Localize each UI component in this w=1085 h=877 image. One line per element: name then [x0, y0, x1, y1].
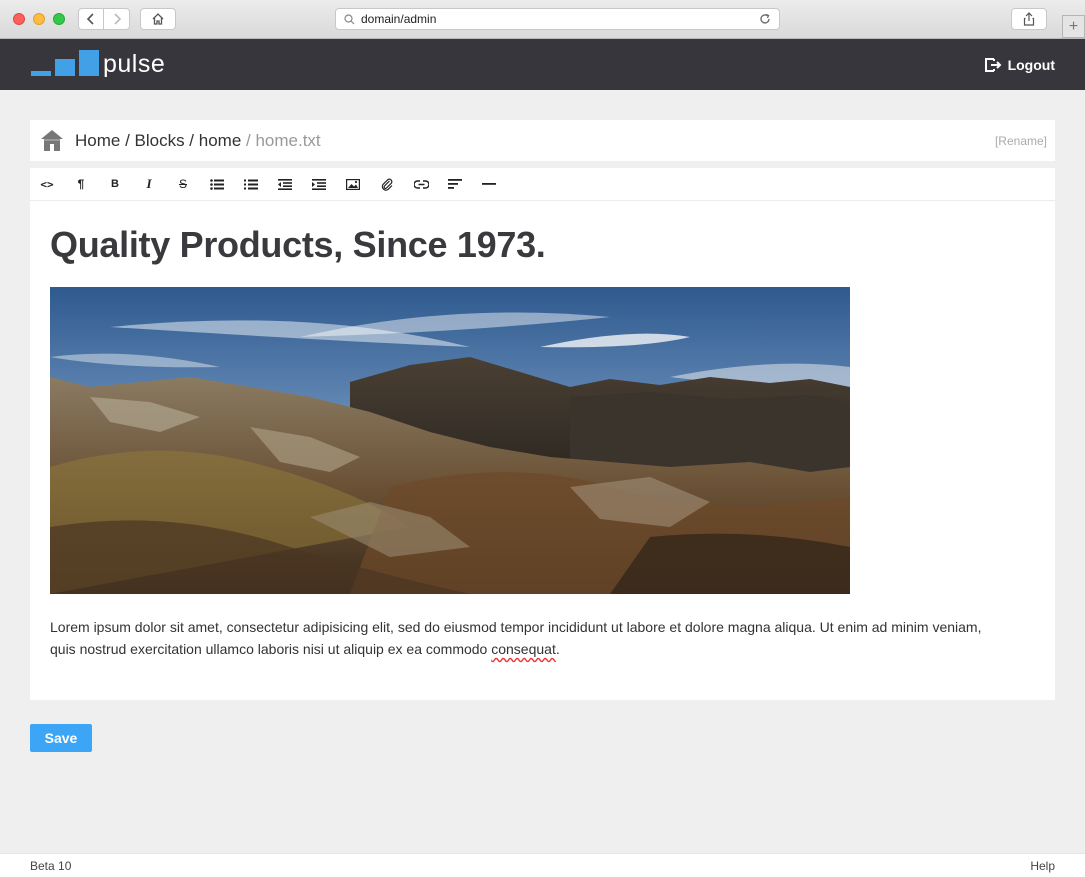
- logout-button[interactable]: Logout: [984, 56, 1055, 74]
- share-button[interactable]: [1011, 8, 1047, 30]
- file-link-icon[interactable]: [377, 176, 397, 192]
- unordered-list-icon[interactable]: [207, 176, 227, 192]
- logout-icon: [984, 58, 1001, 72]
- italic-icon[interactable]: I: [139, 176, 159, 192]
- breadcrumb: Home / Blocks / home / home.txt [Rename]: [30, 120, 1055, 161]
- browser-home-button[interactable]: [140, 8, 176, 30]
- html-icon[interactable]: <>: [37, 176, 57, 192]
- brand-name: pulse: [103, 50, 166, 78]
- bold-icon[interactable]: B: [105, 176, 125, 192]
- address-bar[interactable]: domain/admin: [335, 8, 780, 30]
- home-icon[interactable]: [41, 130, 63, 151]
- strikethrough-icon[interactable]: S: [173, 176, 193, 192]
- reload-icon[interactable]: [759, 13, 771, 25]
- rename-link[interactable]: [Rename]: [995, 134, 1047, 148]
- logo-bars-icon: [31, 50, 99, 76]
- link-icon[interactable]: [411, 176, 431, 192]
- ordered-list-icon[interactable]: [241, 176, 261, 192]
- breadcrumb-current-file: / home.txt: [241, 130, 321, 150]
- paragraph-icon[interactable]: ¶: [71, 176, 91, 192]
- address-url: domain/admin: [361, 12, 437, 26]
- breadcrumb-path[interactable]: Home / Blocks / home: [75, 131, 241, 150]
- indent-icon[interactable]: [309, 176, 329, 192]
- editor-content[interactable]: Quality Products, Since 1973. Lorem ipsu…: [30, 201, 1055, 660]
- mountain-landscape-image[interactable]: [50, 287, 850, 594]
- zoom-window-button[interactable]: [53, 13, 65, 25]
- logout-label: Logout: [1007, 57, 1055, 73]
- content-paragraph[interactable]: Lorem ipsum dolor sit amet, consectetur …: [50, 616, 1000, 660]
- back-button[interactable]: [78, 8, 104, 30]
- content-heading[interactable]: Quality Products, Since 1973.: [50, 223, 1035, 267]
- new-tab-button[interactable]: +: [1062, 15, 1085, 38]
- chevron-left-icon: [86, 13, 94, 25]
- image-icon[interactable]: [343, 176, 363, 192]
- version-label: Beta 10: [30, 859, 72, 873]
- editor-toolbar: <> ¶ B I S: [30, 168, 1055, 201]
- forward-button[interactable]: [104, 8, 130, 30]
- close-window-button[interactable]: [13, 13, 25, 25]
- align-icon[interactable]: [445, 176, 465, 192]
- home-icon: [152, 13, 164, 25]
- minimize-window-button[interactable]: [33, 13, 45, 25]
- footer: Beta 10 Help: [0, 853, 1085, 877]
- pulse-logo[interactable]: pulse: [31, 50, 166, 78]
- search-icon: [344, 13, 355, 24]
- chevron-right-icon: [113, 13, 121, 25]
- outdent-icon[interactable]: [275, 176, 295, 192]
- horizontal-rule-icon[interactable]: [479, 176, 499, 192]
- help-link[interactable]: Help: [1030, 859, 1055, 873]
- spellcheck-flagged-word[interactable]: consequat: [491, 641, 556, 657]
- app-header: pulse Logout: [0, 39, 1085, 90]
- save-button[interactable]: Save: [30, 724, 92, 752]
- browser-toolbar: domain/admin +: [0, 0, 1085, 39]
- editor-panel: <> ¶ B I S Quality Products, Since 1973.…: [30, 168, 1055, 700]
- share-icon: [1023, 12, 1035, 26]
